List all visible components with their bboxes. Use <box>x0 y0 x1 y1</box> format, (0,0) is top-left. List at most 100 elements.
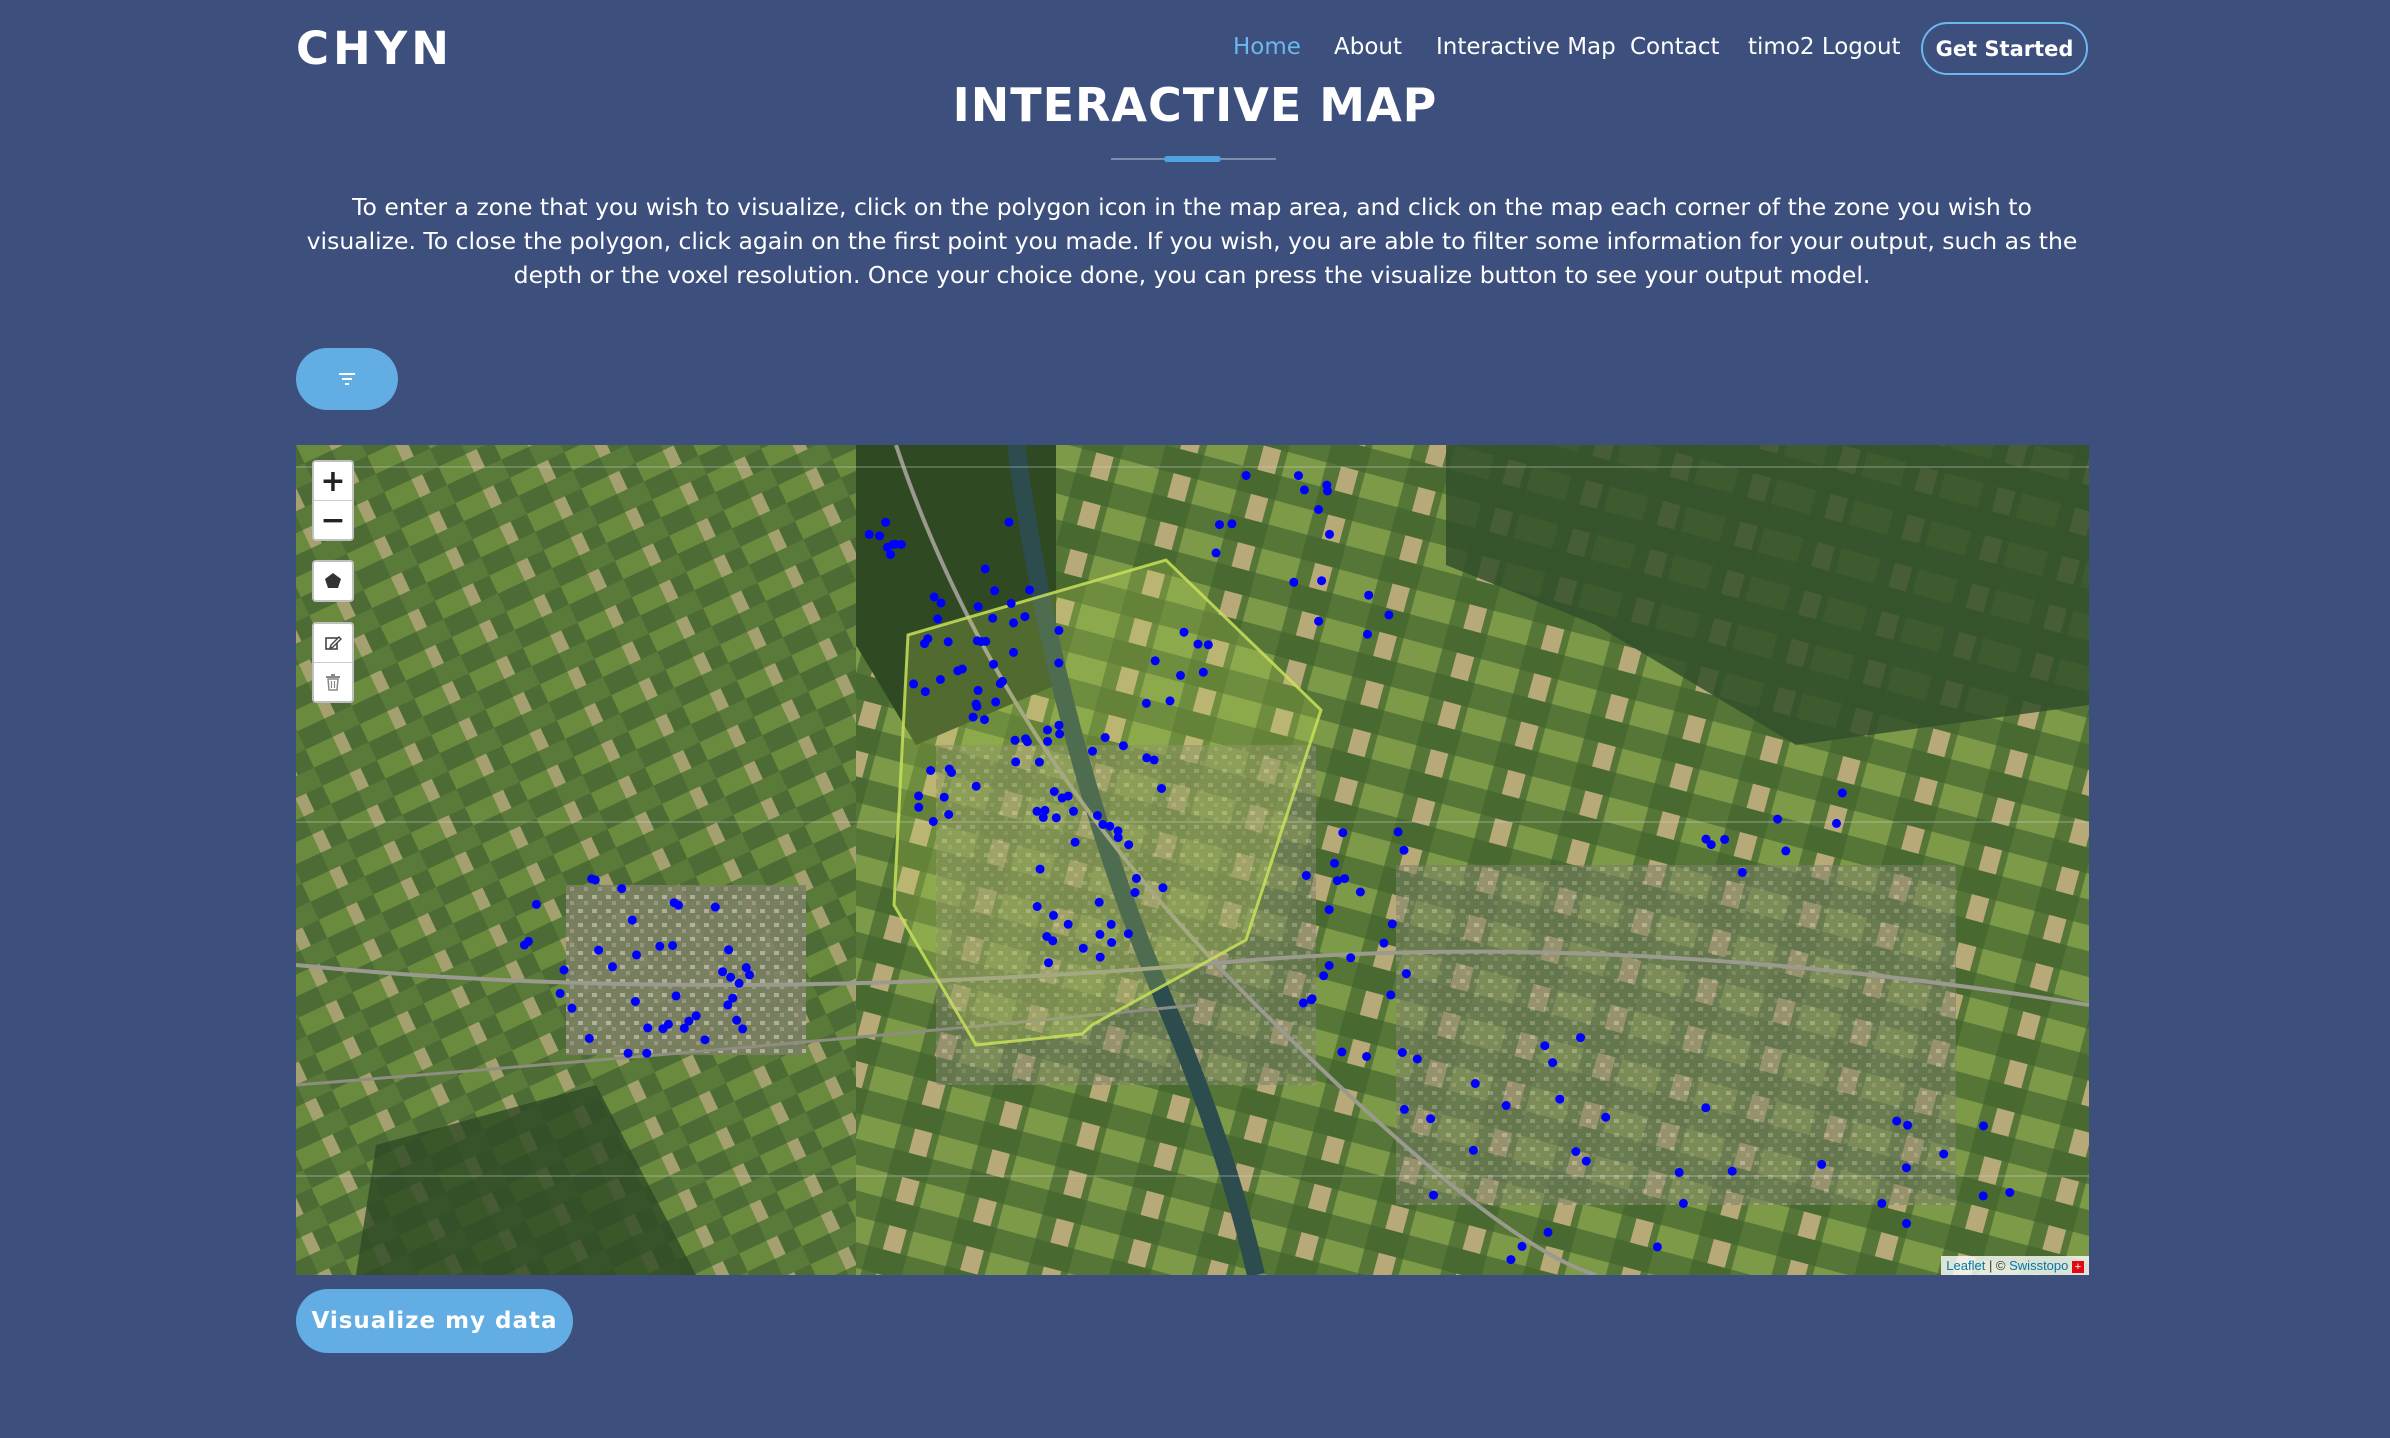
data-point-marker[interactable] <box>1106 919 1116 929</box>
data-point-marker[interactable] <box>1035 864 1045 874</box>
edit-layers-button[interactable] <box>314 624 352 662</box>
data-point-marker[interactable] <box>1124 840 1134 850</box>
data-point-marker[interactable] <box>1781 846 1791 856</box>
data-point-marker[interactable] <box>1301 871 1311 880</box>
data-point-marker[interactable] <box>1393 827 1403 837</box>
data-point-marker[interactable] <box>1088 746 1097 756</box>
data-point-marker[interactable] <box>1049 787 1059 796</box>
data-point-marker[interactable] <box>2005 1188 2015 1197</box>
data-point-marker[interactable] <box>1540 1041 1550 1051</box>
data-point-marker[interactable] <box>888 539 898 549</box>
data-point-marker[interactable] <box>1095 952 1105 962</box>
data-point-marker[interactable] <box>1678 1198 1688 1208</box>
data-point-marker[interactable] <box>1179 627 1189 637</box>
data-point-marker[interactable] <box>728 993 738 1003</box>
data-point-marker[interactable] <box>1142 753 1152 763</box>
data-point-marker[interactable] <box>943 637 953 647</box>
data-point-marker[interactable] <box>923 634 933 644</box>
data-point-marker[interactable] <box>531 899 541 909</box>
data-point-marker[interactable] <box>627 915 637 925</box>
data-point-marker[interactable] <box>976 637 986 647</box>
data-point-marker[interactable] <box>1093 811 1102 820</box>
data-point-marker[interactable] <box>1412 1054 1422 1064</box>
data-point-marker[interactable] <box>935 675 945 684</box>
data-point-marker[interactable] <box>914 791 924 801</box>
data-point-marker[interactable] <box>1044 958 1053 968</box>
data-point-marker[interactable] <box>1978 1191 1988 1201</box>
data-point-marker[interactable] <box>971 781 981 791</box>
data-point-marker[interactable] <box>1040 805 1050 815</box>
data-point-marker[interactable] <box>1355 887 1365 897</box>
data-point-marker[interactable] <box>1051 813 1061 823</box>
nav-interactive-map[interactable]: Interactive Map <box>1436 34 1616 60</box>
data-point-marker[interactable] <box>1737 867 1747 877</box>
data-point-marker[interactable] <box>886 550 895 559</box>
data-point-marker[interactable] <box>875 531 885 541</box>
data-point-marker[interactable] <box>1034 757 1044 767</box>
data-point-marker[interactable] <box>1070 837 1080 847</box>
data-point-marker[interactable] <box>1054 720 1064 730</box>
data-point-marker[interactable] <box>1674 1167 1684 1177</box>
data-point-marker[interactable] <box>1468 1145 1478 1155</box>
get-started-button[interactable]: Get Started <box>1921 22 2088 75</box>
data-point-marker[interactable] <box>734 978 744 988</box>
data-point-marker[interactable] <box>1581 1156 1591 1166</box>
data-point-marker[interactable] <box>632 950 641 960</box>
data-point-marker[interactable] <box>658 1024 668 1034</box>
data-point-marker[interactable] <box>973 685 983 695</box>
data-point-marker[interactable] <box>1501 1101 1511 1110</box>
data-point-marker[interactable] <box>1337 1047 1347 1057</box>
swisstopo-link[interactable]: Swisstopo <box>2009 1258 2068 1273</box>
data-point-marker[interactable] <box>914 802 924 812</box>
data-point-marker[interactable] <box>1576 1033 1585 1043</box>
data-point-marker[interactable] <box>1158 883 1168 893</box>
data-point-marker[interactable] <box>1426 1114 1436 1124</box>
satellite-imagery[interactable] <box>296 445 2089 1275</box>
data-point-marker[interactable] <box>668 941 678 950</box>
data-point-marker[interactable] <box>1048 936 1058 946</box>
data-point-marker[interactable] <box>1319 971 1329 981</box>
data-point-marker[interactable] <box>1211 548 1221 558</box>
data-point-marker[interactable] <box>1399 1104 1409 1114</box>
data-point-marker[interactable] <box>1720 834 1730 844</box>
data-point-marker[interactable] <box>643 1023 653 1033</box>
data-point-marker[interactable] <box>1832 818 1841 828</box>
data-point-marker[interactable] <box>741 963 751 973</box>
data-point-marker[interactable] <box>1241 471 1251 480</box>
data-point-marker[interactable] <box>559 965 569 975</box>
data-point-marker[interactable] <box>989 659 998 669</box>
data-point-marker[interactable] <box>1176 670 1185 680</box>
data-point-marker[interactable] <box>1141 698 1151 708</box>
data-point-marker[interactable] <box>1095 929 1105 939</box>
data-point-marker[interactable] <box>1025 585 1035 595</box>
data-point-marker[interactable] <box>1325 529 1334 539</box>
data-point-marker[interactable] <box>1837 788 1847 798</box>
data-point-marker[interactable] <box>980 564 990 574</box>
data-point-marker[interactable] <box>1307 994 1317 1004</box>
data-point-marker[interactable] <box>1362 1052 1372 1061</box>
data-point-marker[interactable] <box>608 962 617 972</box>
data-point-marker[interactable] <box>926 766 936 775</box>
data-point-marker[interactable] <box>1322 480 1332 490</box>
nav-home[interactable]: Home <box>1233 34 1301 60</box>
data-point-marker[interactable] <box>944 764 954 774</box>
delete-layers-button[interactable] <box>314 662 352 701</box>
data-point-marker[interactable] <box>928 817 938 826</box>
data-point-marker[interactable] <box>980 715 989 725</box>
data-point-marker[interactable] <box>939 792 949 802</box>
data-point-marker[interactable] <box>1078 943 1088 953</box>
data-point-marker[interactable] <box>1317 576 1327 586</box>
data-point-marker[interactable] <box>671 991 681 1001</box>
data-point-marker[interactable] <box>1150 656 1160 666</box>
data-point-marker[interactable] <box>1384 610 1394 620</box>
data-point-marker[interactable] <box>1054 658 1064 668</box>
data-point-marker[interactable] <box>655 941 665 951</box>
data-point-marker[interactable] <box>1105 821 1115 831</box>
data-point-marker[interactable] <box>674 900 683 910</box>
data-point-marker[interactable] <box>1387 919 1397 929</box>
data-point-marker[interactable] <box>1193 639 1203 649</box>
data-point-marker[interactable] <box>933 614 943 624</box>
data-point-marker[interactable] <box>1363 629 1372 639</box>
data-point-marker[interactable] <box>1902 1219 1911 1228</box>
site-logo[interactable]: CHYN <box>296 22 453 75</box>
